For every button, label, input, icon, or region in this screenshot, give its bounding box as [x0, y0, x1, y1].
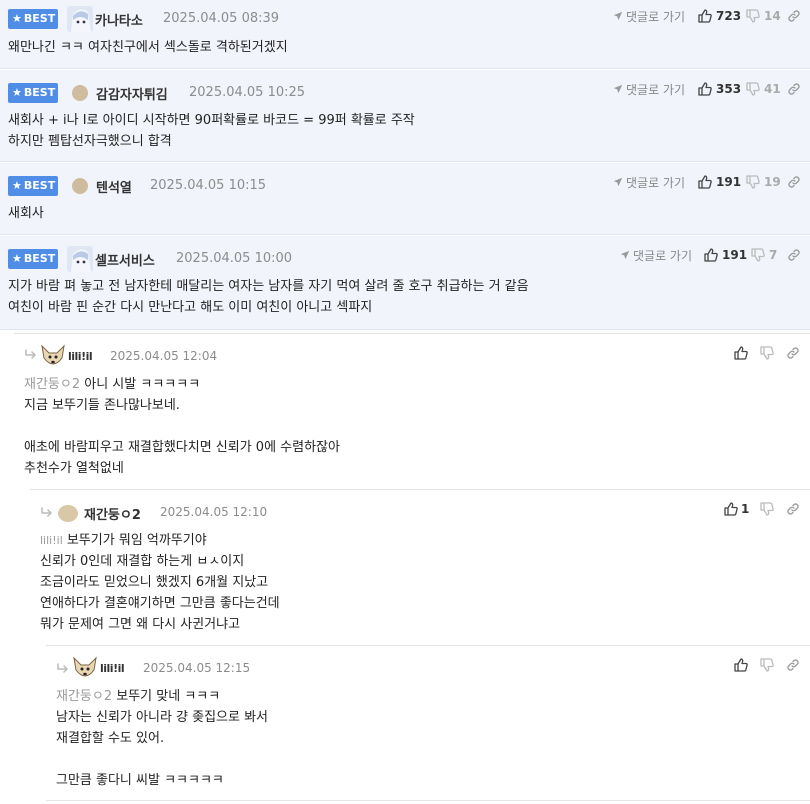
- star-icon: ★: [12, 86, 22, 99]
- best-badge: ★ BEST: [8, 176, 58, 196]
- comment-nickname[interactable]: 셀프서비스: [95, 250, 155, 269]
- comment-nickname[interactable]: lili!il: [68, 350, 93, 363]
- reply-comment: lili!il 2025.04.05 12:15 재간둥ㅇ2 보뚜기 맞네 ㅋㅋ…: [46, 645, 810, 804]
- link-icon[interactable]: [786, 346, 800, 360]
- star-icon: ★: [12, 252, 22, 265]
- thumbs-down-icon[interactable]: [760, 658, 774, 672]
- thumbs-down-icon[interactable]: [746, 9, 760, 23]
- star-icon: ★: [12, 12, 22, 25]
- avatar[interactable]: [72, 178, 88, 194]
- best-badge: ★ BEST: [8, 9, 58, 29]
- thumbs-down-icon[interactable]: [760, 346, 774, 360]
- downvote-count: 7: [769, 248, 778, 262]
- comment-date: 2025.04.05 10:00: [176, 251, 293, 266]
- reply-arrow-icon: [56, 663, 70, 675]
- upvote-count: 191: [716, 175, 742, 189]
- best-comment: ★ BEST 텐석열 2025.04.05 10:15 댓글로 가기 191 19…: [0, 163, 810, 235]
- reply-arrow-icon: [40, 507, 54, 519]
- best-comment: ★ BEST 감감자자튀김 2025.04.05 10:25 댓글로 가기 353…: [0, 70, 810, 162]
- reply-comment: lili!il 2025.04.05 12:04 재간둥ㅇ2 아니 시발 ㅋㅋㅋ…: [14, 333, 810, 489]
- upvote-count: 353: [716, 82, 742, 96]
- best-comment: ★ BEST 카나타소 2025.04.05 08:39 댓글로 가기 723 1…: [0, 0, 810, 69]
- avatar[interactable]: [72, 656, 98, 682]
- link-icon[interactable]: [787, 175, 801, 189]
- comment-date: 2025.04.05 12:10: [160, 505, 268, 519]
- avatar[interactable]: [67, 246, 93, 272]
- comment-nickname[interactable]: 카나타소: [95, 10, 143, 29]
- comment-content: 지가 바람 펴 놓고 전 남자한테 매달리는 여자는 남자를 자기 먹여 살려 …: [8, 279, 529, 315]
- link-icon[interactable]: [787, 9, 801, 23]
- comment-content: 새회사: [8, 206, 44, 221]
- comment-date: 2025.04.05 12:04: [110, 349, 218, 363]
- send-icon: [613, 11, 623, 21]
- goto-comment-link[interactable]: 댓글로 가기: [620, 247, 692, 264]
- thumbs-down-icon[interactable]: [746, 175, 760, 189]
- comment-body: 신뢰가 0인데 재결합 하는게 ㅂㅅ이지 조금이라도 믿었으니 했겠지 6개월 …: [40, 554, 280, 632]
- goto-comment-link[interactable]: 댓글로 가기: [613, 81, 685, 98]
- link-icon[interactable]: [786, 658, 800, 672]
- reply-arrow-icon: [24, 349, 38, 361]
- thumbs-down-icon[interactable]: [746, 82, 760, 96]
- reply-comment: 재간둥ㅇ2 2025.04.05 12:10 1 lili!il 보뚜기가 뭐임…: [30, 489, 810, 645]
- mention-tag[interactable]: 재간둥ㅇ2: [24, 377, 80, 392]
- link-icon[interactable]: [786, 502, 800, 516]
- thumbs-up-icon[interactable]: [698, 9, 712, 23]
- link-icon[interactable]: [787, 82, 801, 96]
- send-icon: [613, 84, 623, 94]
- send-icon: [620, 250, 630, 260]
- downvote-count: 14: [764, 9, 781, 23]
- avatar[interactable]: [40, 344, 66, 370]
- link-icon[interactable]: [787, 248, 801, 262]
- goto-comment-link[interactable]: 댓글로 가기: [613, 174, 685, 191]
- thumbs-up-icon[interactable]: [734, 346, 748, 360]
- avatar[interactable]: [67, 6, 93, 32]
- mention-tag[interactable]: lili!il: [40, 534, 63, 547]
- star-icon: ★: [12, 179, 22, 192]
- comment-content: lili!il 보뚜기가 뭐임 억까뚜기야: [40, 533, 207, 548]
- downvote-count: 19: [764, 175, 781, 189]
- thumbs-up-icon[interactable]: [724, 502, 738, 516]
- divider: [46, 800, 810, 801]
- avatar[interactable]: [72, 85, 88, 101]
- comment-nickname[interactable]: 텐석열: [96, 177, 132, 196]
- thumbs-up-icon[interactable]: [734, 658, 748, 672]
- best-badge: ★ BEST: [8, 249, 58, 269]
- comment-nickname[interactable]: 감감자자튀김: [96, 84, 168, 103]
- comment-content: 재간둥ㅇ2 아니 시발 ㅋㅋㅋㅋㅋ: [24, 377, 201, 392]
- thumbs-up-icon[interactable]: [698, 82, 712, 96]
- mention-tag[interactable]: 재간둥ㅇ2: [56, 689, 112, 704]
- thumbs-down-icon[interactable]: [751, 248, 765, 262]
- upvote-count: 723: [716, 9, 742, 23]
- upvote-count: 1: [741, 502, 750, 516]
- upvote-count: 191: [722, 248, 748, 262]
- avatar[interactable]: [58, 505, 78, 522]
- comment-date: 2025.04.05 10:25: [189, 85, 306, 100]
- comment-date: 2025.04.05 12:15: [143, 661, 251, 675]
- best-comment: ★ BEST 셀프서비스 2025.04.05 10:00 댓글로 가기 191 …: [0, 236, 810, 330]
- comment-body: 지금 보뚜기들 존나많나보네. 애초에 바람피우고 재결합했다치면 신뢰가 0에…: [24, 398, 340, 476]
- comment-content: 왜만나긴 ㅋㅋ 여자친구에서 섹스돌로 격하된거겠지: [8, 40, 288, 55]
- comment-date: 2025.04.05 08:39: [163, 11, 280, 26]
- comment-body: 남자는 신뢰가 아니라 걍 좆집으로 봐서 재결합할 수도 있어. 그만큼 좋다…: [56, 710, 269, 788]
- comment-date: 2025.04.05 10:15: [150, 178, 267, 193]
- thumbs-down-icon[interactable]: [760, 502, 774, 516]
- thumbs-up-icon[interactable]: [704, 248, 718, 262]
- comment-nickname[interactable]: lili!il: [100, 662, 125, 675]
- send-icon: [613, 177, 623, 187]
- goto-comment-link[interactable]: 댓글로 가기: [613, 8, 685, 25]
- downvote-count: 41: [764, 82, 781, 96]
- best-badge: ★ BEST: [8, 83, 58, 103]
- thumbs-up-icon[interactable]: [698, 175, 712, 189]
- comment-nickname[interactable]: 재간둥ㅇ2: [84, 504, 141, 523]
- comment-content: 재간둥ㅇ2 보뚜기 맞네 ㅋㅋㅋ: [56, 689, 221, 704]
- comment-content: 새회사 + i나 I로 아이디 시작하면 90퍼확률로 바코드 = 99퍼 확률…: [8, 113, 415, 149]
